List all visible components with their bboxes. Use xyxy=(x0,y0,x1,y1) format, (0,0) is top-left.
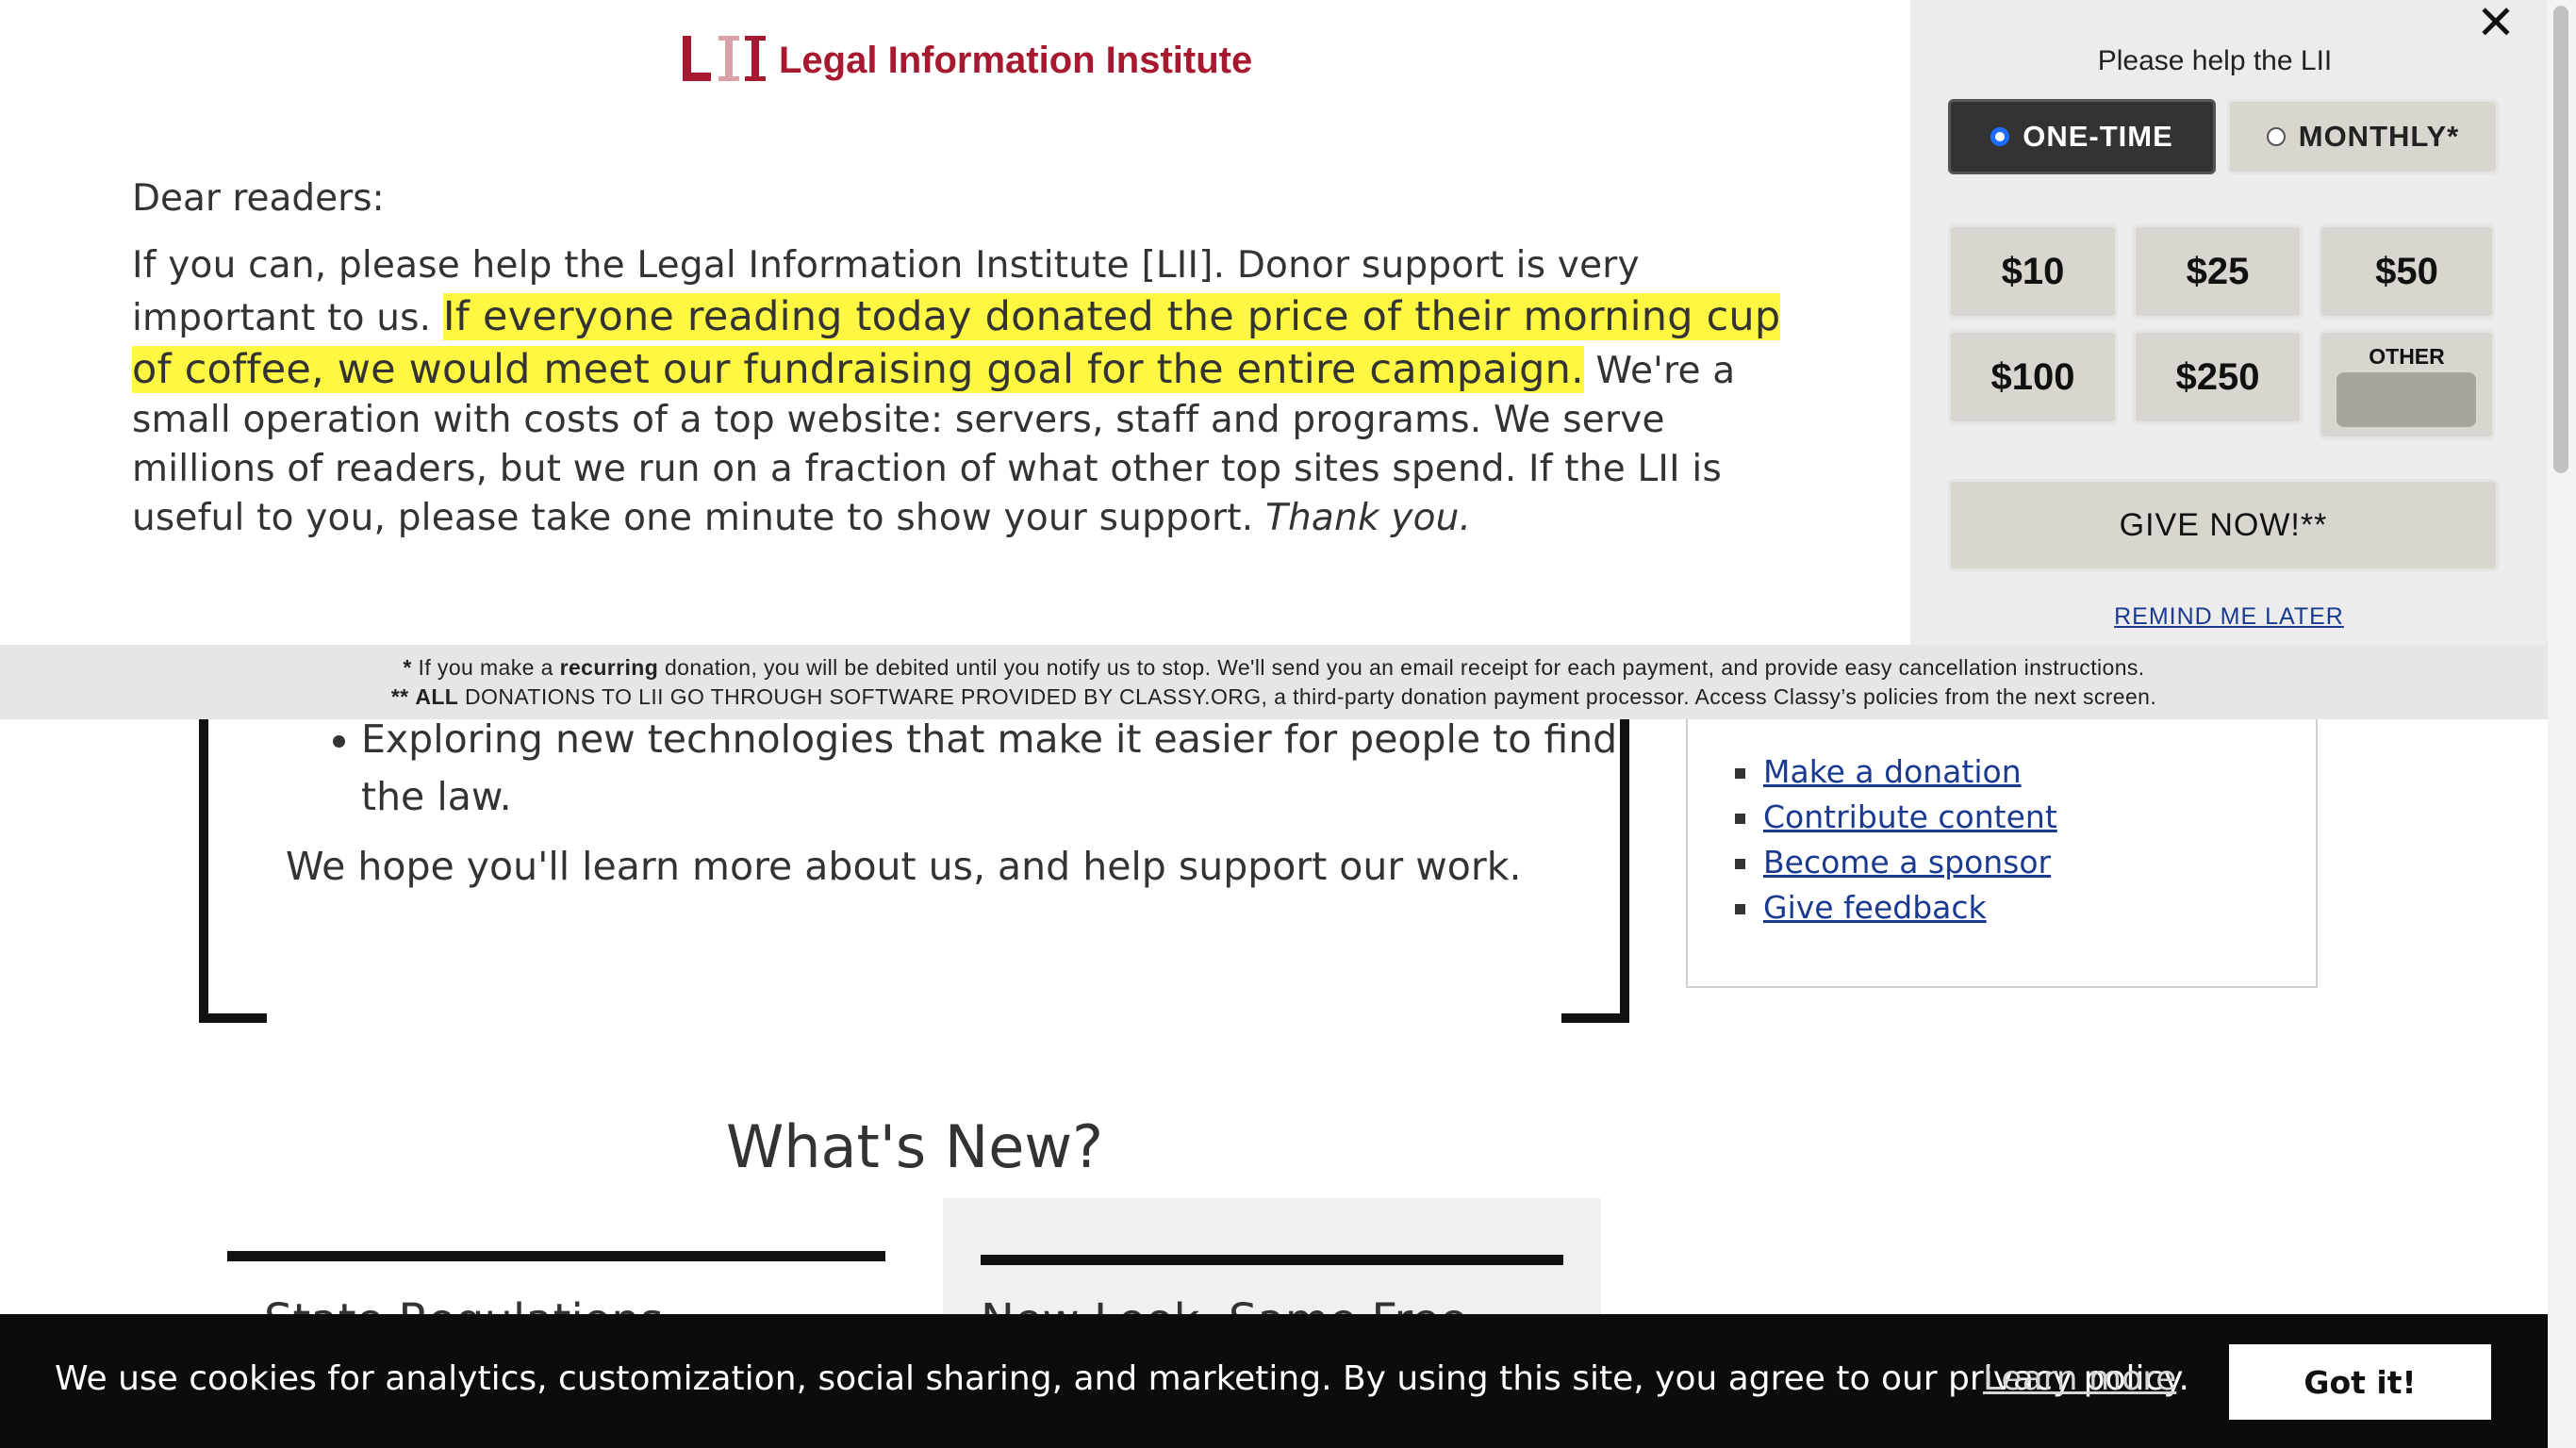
amount-10-button[interactable]: $10 xyxy=(1948,224,2118,319)
become-sponsor-link[interactable]: Become a sponsor xyxy=(1763,844,2051,880)
about-hope-text: We hope you'll learn more about us, and … xyxy=(286,844,1522,889)
about-bullet-text: Exploring new technologies that make it … xyxy=(361,716,1618,819)
footnote-recurring: * If you make a recurring donation, you … xyxy=(403,655,2145,680)
news-card-2-rule xyxy=(981,1255,1563,1265)
amount-100-button[interactable]: $100 xyxy=(1948,330,2118,424)
bullet-dot xyxy=(333,735,345,748)
cookie-learn-more-link[interactable]: Learn more xyxy=(1983,1359,2176,1398)
other-amount-option[interactable]: OTHER xyxy=(2319,330,2495,439)
banner-message-panel: Legal Information Institute Dear readers… xyxy=(0,0,1910,645)
support-link-item: Contribute content xyxy=(1735,795,2057,840)
monthly-option[interactable]: MONTHLY* xyxy=(2227,99,2499,174)
amount-25-button[interactable]: $25 xyxy=(2133,224,2303,319)
square-bullet-icon xyxy=(1735,859,1745,869)
footnote-classy: ** ALL DONATIONS TO LII GO THROUGH SOFTW… xyxy=(390,684,2157,709)
give-now-button[interactable]: GIVE NOW!** xyxy=(1948,479,2499,571)
lii-logo[interactable]: Legal Information Institute xyxy=(681,32,1265,89)
radio-selected-icon[interactable] xyxy=(1990,127,2010,146)
make-donation-link[interactable]: Make a donation xyxy=(1763,753,2022,790)
amount-250-button[interactable]: $250 xyxy=(2133,330,2303,424)
one-time-option[interactable]: ONE-TIME xyxy=(1948,99,2216,174)
contribute-content-link[interactable]: Contribute content xyxy=(1763,798,2057,835)
support-link-item: Become a sponsor xyxy=(1735,840,2057,885)
square-bullet-icon xyxy=(1735,904,1745,914)
appeal-thanks: Thank you. xyxy=(1264,497,1472,539)
cookie-consent-bar: We use cookies for analytics, customizat… xyxy=(0,1314,2548,1448)
support-link-item: Make a donation xyxy=(1735,749,2057,795)
donation-banner: Legal Information Institute Dear readers… xyxy=(0,0,2548,719)
bracket-left-foot xyxy=(199,1013,267,1023)
monthly-label: MONTHLY* xyxy=(2298,120,2460,153)
banner-greeting: Dear readers: xyxy=(132,177,385,220)
news-card-1-rule xyxy=(227,1251,885,1261)
one-time-label: ONE-TIME xyxy=(2023,120,2173,153)
donation-form-title: Please help the LII xyxy=(2097,45,2333,76)
other-amount-input[interactable] xyxy=(2337,372,2476,427)
cookie-accept-button[interactable]: Got it! xyxy=(2229,1344,2491,1420)
banner-appeal: If you can, please help the Legal Inform… xyxy=(132,241,1792,543)
bracket-right-foot xyxy=(1561,1013,1629,1023)
banner-footnote: * If you make a recurring donation, you … xyxy=(0,645,2548,719)
square-bullet-icon xyxy=(1735,814,1745,824)
cookie-message: We use cookies for analytics, customizat… xyxy=(55,1359,2189,1398)
lii-logo-mark xyxy=(683,36,766,81)
other-amount-label: OTHER xyxy=(2369,344,2445,369)
square-bullet-icon xyxy=(1735,768,1745,779)
whats-new-heading: What's New? xyxy=(725,1112,1104,1181)
close-icon[interactable]: ✕ xyxy=(2476,0,2516,46)
scrollbar-thumb[interactable] xyxy=(2553,6,2568,473)
amount-50-button[interactable]: $50 xyxy=(2319,224,2495,319)
give-feedback-link[interactable]: Give feedback xyxy=(1763,889,1987,926)
radio-unselected-icon[interactable] xyxy=(2266,127,2286,146)
remind-me-later-link[interactable]: REMIND ME LATER xyxy=(1910,603,2548,631)
support-link-item: Give feedback xyxy=(1735,885,2057,930)
support-links: Make a donation Contribute content Becom… xyxy=(1735,749,2057,930)
lii-logo-name: Legal Information Institute xyxy=(779,40,1253,81)
